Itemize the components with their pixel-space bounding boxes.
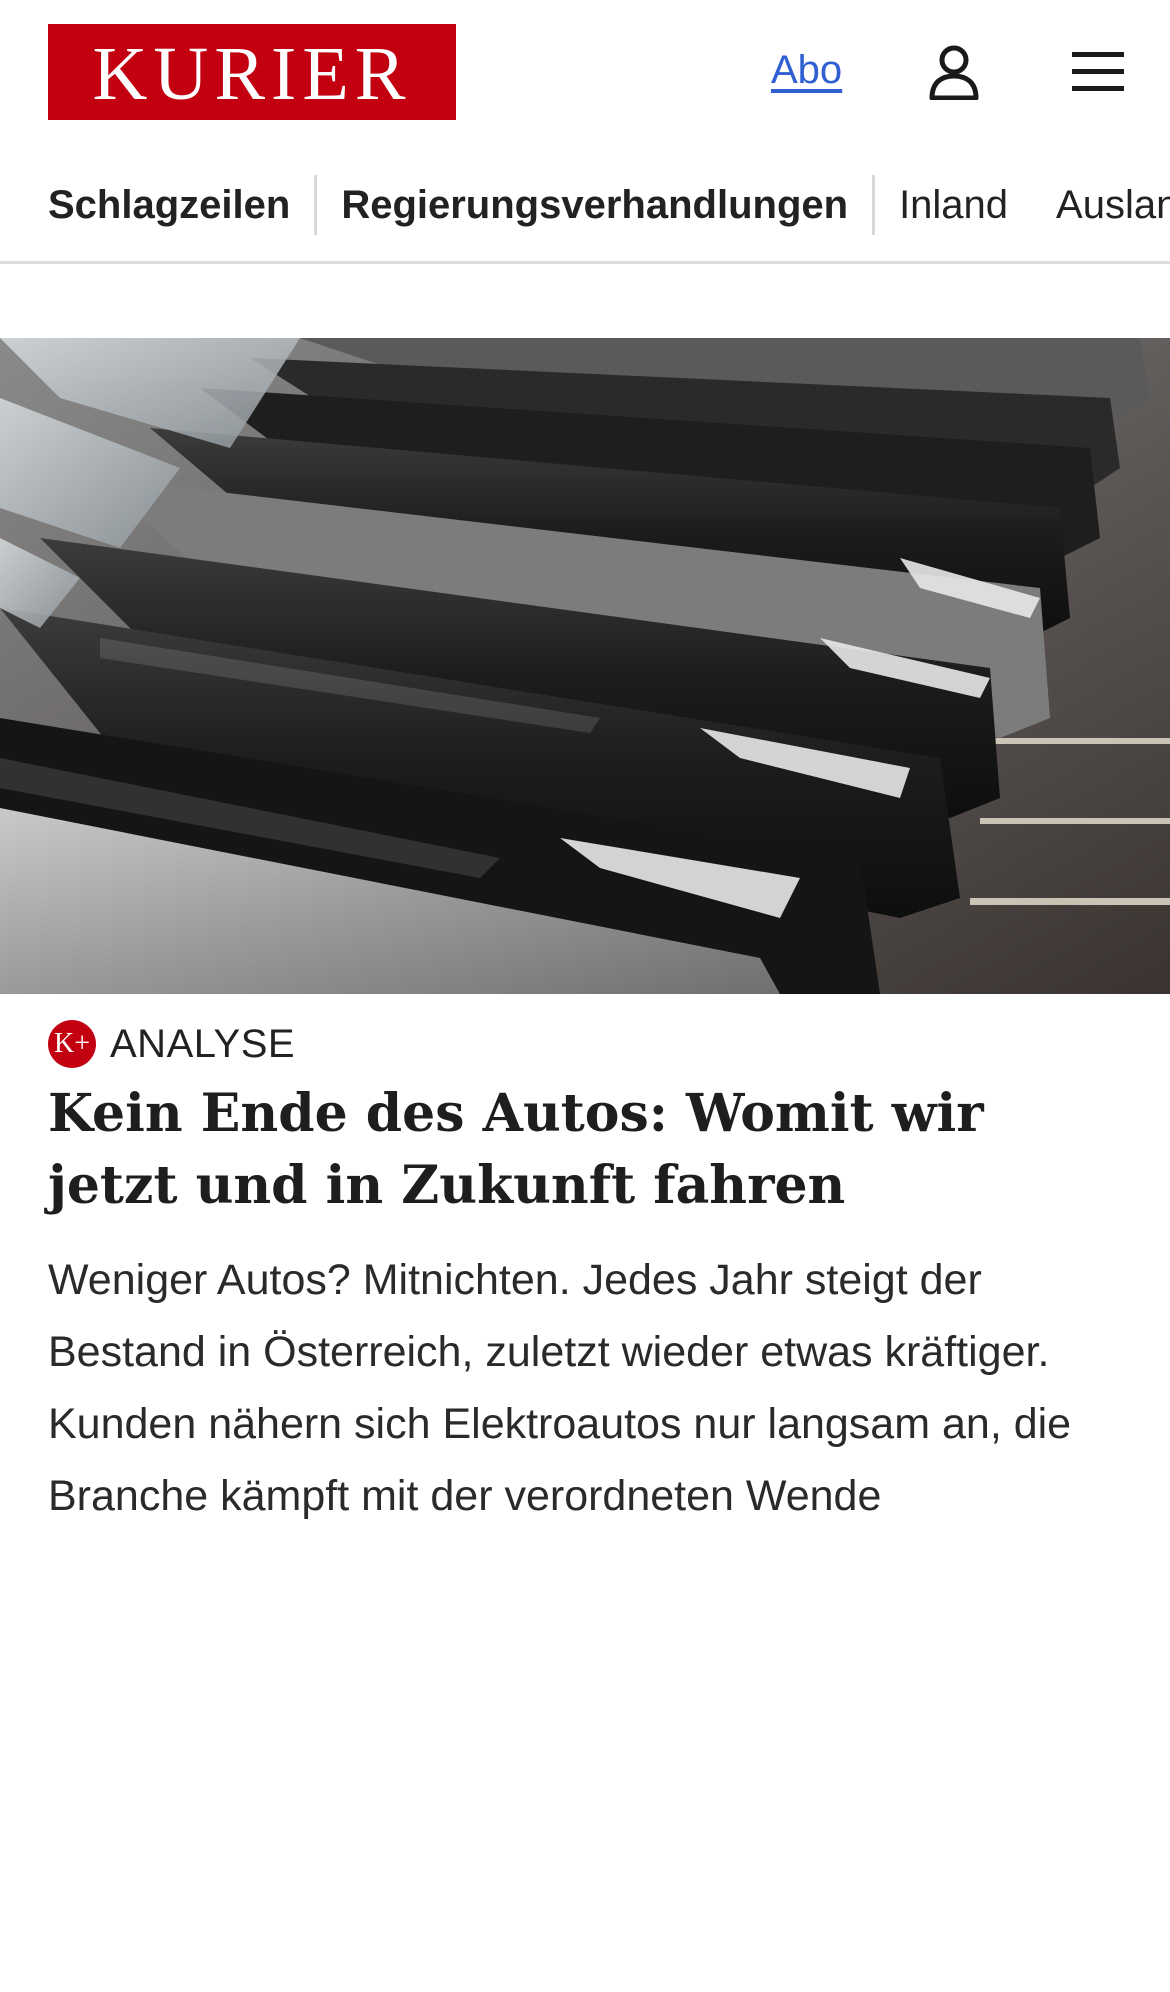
nav-item-inland[interactable]: Inland [899, 174, 1008, 236]
kurier-logo[interactable]: KURIER [48, 24, 456, 120]
logo-text: KURIER [92, 32, 412, 116]
user-icon[interactable] [928, 44, 980, 100]
hamburger-menu-icon[interactable] [1072, 50, 1124, 94]
kplus-badge-text: K+ [53, 1028, 90, 1059]
abo-link[interactable]: Abo [771, 48, 842, 93]
parked-cars-photo [0, 338, 1170, 994]
nav-divider [872, 175, 876, 235]
kicker-label: ANALYSE [110, 1021, 296, 1066]
article-kicker: K+ ANALYSE [48, 1020, 295, 1068]
article-hero-image[interactable] [0, 338, 1170, 994]
nav-item-ausland[interactable]: Ausland [1056, 174, 1170, 236]
section-nav: Schlagzeilen Regierungsverhandlungen Inl… [0, 148, 1170, 264]
article-headline[interactable]: Kein Ende des Autos: Womit wir jetzt und… [48, 1078, 1128, 1222]
article-teaser: Weniger Autos? Mitnichten. Jedes Jahr st… [48, 1256, 1072, 1520]
kurier-plus-badge-icon: K+ [48, 1020, 96, 1068]
nav-item-regierungsverhandlungen[interactable]: Regierungsverhandlungen [341, 174, 848, 236]
nav-item-schlagzeilen[interactable]: Schlagzeilen [48, 174, 290, 236]
nav-divider [314, 175, 318, 235]
site-header: KURIER Abo [0, 0, 1170, 148]
